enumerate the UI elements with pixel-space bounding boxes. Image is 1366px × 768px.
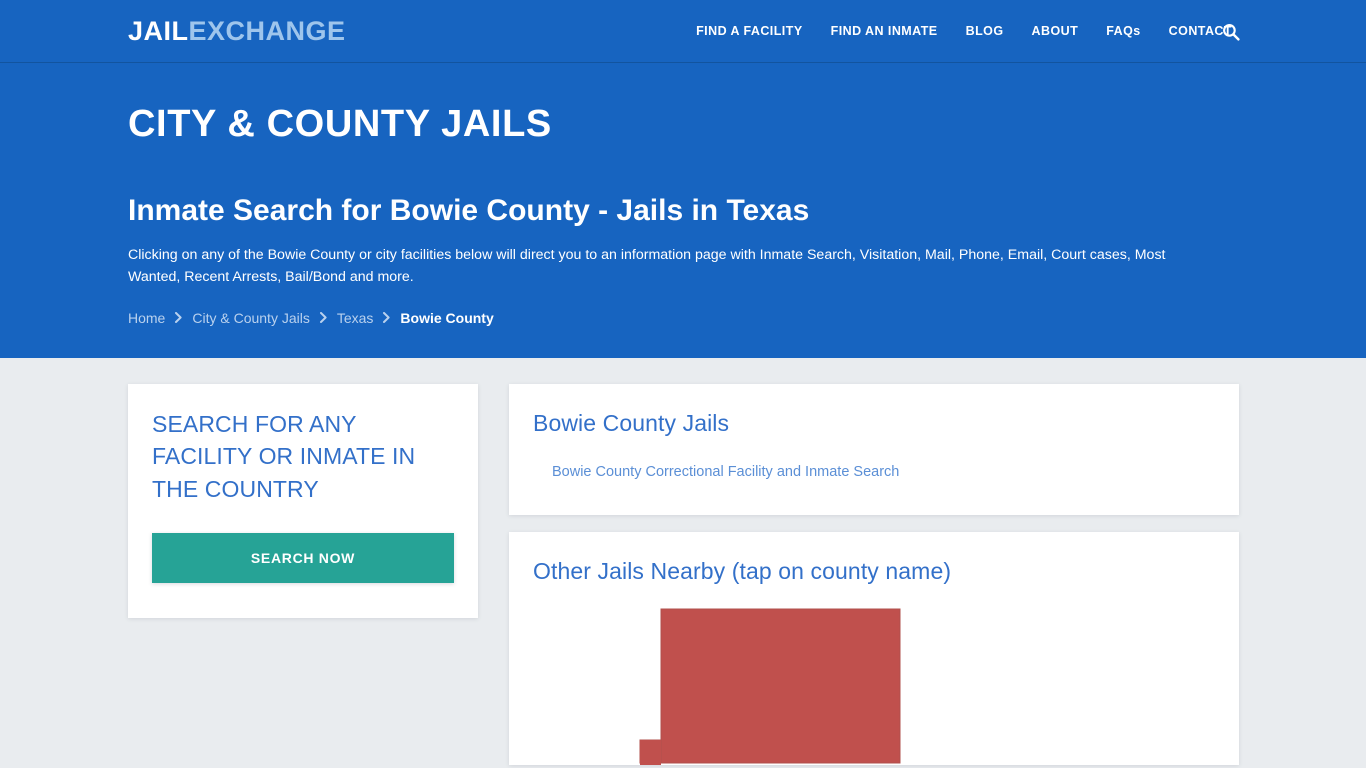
nearby-jails-title: Other Jails Nearby (tap on county name) [533,558,952,584]
chevron-right-icon [319,312,328,324]
search-facility-card: SEARCH FOR ANY FACILITY OR INMATE IN THE… [128,384,478,619]
breadcrumb: Home City & County Jails Texas Bowie Cou… [128,310,1238,326]
nav-links: FIND A FACILITY FIND AN INMATE BLOG ABOU… [682,24,1366,38]
top-navigation-bar: JAILEXCHANGE FIND A FACILITY FIND AN INM… [0,0,1366,63]
page-title: CITY & COUNTY JAILS [128,103,552,145]
nearby-jails-card: Other Jails Nearby (tap on county name) [509,532,1239,765]
county-map-container[interactable] [533,605,1215,765]
search-card-title: SEARCH FOR ANY FACILITY OR INMATE IN THE… [152,411,416,502]
search-now-button[interactable]: SEARCH NOW [152,533,454,584]
list-item: Bowie County Correctional Facility and I… [552,463,1215,481]
main-content: SEARCH FOR ANY FACILITY OR INMATE IN THE… [0,358,1366,765]
county-map-shape-icon[interactable] [638,605,928,765]
search-icon[interactable] [1222,0,1240,63]
right-column: Bowie County Jails Bowie County Correcti… [509,384,1239,765]
breadcrumb-item-texas[interactable]: Texas [337,310,374,326]
nav-link-find-a-facility[interactable]: FIND A FACILITY [682,24,817,38]
nav-link-blog[interactable]: BLOG [952,24,1018,38]
site-logo[interactable]: JAILEXCHANGE [128,15,346,46]
hero-section: CITY & COUNTY JAILS Inmate Search for Bo… [0,63,1366,358]
breadcrumb-item-current: Bowie County [400,309,494,326]
county-jails-card: Bowie County Jails Bowie County Correcti… [509,384,1239,515]
breadcrumb-item-city-county-jails[interactable]: City & County Jails [192,310,309,326]
county-jails-title: Bowie County Jails [533,410,730,436]
page-subtitle: Inmate Search for Bowie County - Jails i… [128,193,810,227]
jail-link-correctional-facility[interactable]: Bowie County Correctional Facility and I… [552,464,899,480]
county-jails-list: Bowie County Correctional Facility and I… [533,463,1215,481]
breadcrumb-item-home[interactable]: Home [128,310,165,326]
nav-link-about[interactable]: ABOUT [1018,24,1093,38]
chevron-right-icon [174,312,183,324]
chevron-right-icon [382,312,391,324]
logo-text-exchange: EXCHANGE [188,15,346,46]
nav-link-find-an-inmate[interactable]: FIND AN INMATE [817,24,952,38]
page-description: Clicking on any of the Bowie County or c… [128,246,1166,285]
left-column: SEARCH FOR ANY FACILITY OR INMATE IN THE… [128,384,478,619]
nav-link-faqs[interactable]: FAQs [1092,24,1154,38]
logo-text-jail: JAIL [128,15,189,46]
